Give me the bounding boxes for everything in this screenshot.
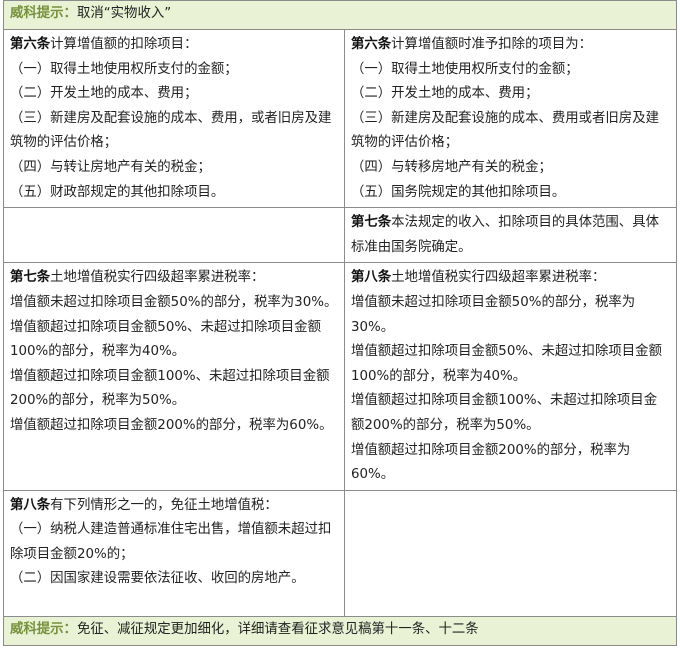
cell-right-empty (343, 489, 678, 617)
list-item: （三）新建房及配套设施的成本、费用或者旧房及建筑物的评估价格； (351, 110, 659, 151)
tip-row-bottom: 威科提示：免征、减征规定更加细化，详细请查看征求意见稿第十一条、十二条 (2, 615, 678, 646)
article-number: 第六条 (351, 37, 392, 52)
cell-left-article-7: 第七条土地增值税实行四级超率累进税率： 增值额未超过扣除项目金额50%的部分，税… (3, 262, 345, 491)
document-page: 威科提示：取消“实物收入” 第六条计算增值额的扣除项目： （一）取得土地使用权所… (0, 0, 680, 646)
list-item: （四）与转让房地产有关的税金； (10, 159, 211, 175)
article-number: 第八条 (351, 270, 392, 286)
list-item: 增值额超过扣除项目金额100%、未超过扣除项目金额200%的部分，税率为50%。 (351, 393, 658, 433)
list-item: （一）取得土地使用权所支付的金额； (351, 61, 579, 77)
cell-left-article-8: 第八条有下列情形之一的，免征土地增值税： （一）纳税人建造普通标准住宅出售，增值… (3, 489, 345, 617)
article-heading: 计算增值额时准予扣除的项目为： (391, 37, 593, 52)
list-item: （五）财政部规定的其他扣除项目。 (10, 184, 225, 200)
article-number: 第八条 (10, 497, 51, 513)
tip-label: 威科提示： (10, 6, 77, 21)
list-item: （一）取得土地使用权所支付的金额； (10, 61, 238, 77)
article-heading: 有下列情形之一的，免征土地增值税： (50, 497, 278, 513)
row-article-7-new: 第七条本法规定的收入、扣除项目的具体范围、具体标准由国务院确定。 (3, 207, 678, 264)
cell-right-article-8: 第八条土地增值税实行四级超率累进税率： 增值额未超过扣除项目金额50%的部分，税… (343, 262, 678, 491)
tip-text: 免征、减征规定更加细化，详细请查看征求意见稿第十一条、十二条 (76, 621, 479, 637)
list-item: 增值额超过扣除项目金额200%的部分，税率为60%。 (351, 442, 631, 483)
cell-right-article-6: 第六条计算增值额时准予扣除的项目为： （一）取得土地使用权所支付的金额； （二）… (343, 28, 678, 209)
article-heading: 计算增值额的扣除项目： (50, 37, 198, 52)
article-heading: 土地增值税实行四级超率累进税率： (50, 270, 265, 286)
article-heading: 本法规定的收入、扣除项目的具体范围、具体标准由国务院确定。 (351, 215, 659, 255)
tip-label: 威科提示： (10, 621, 77, 637)
list-item: （五）国务院规定的其他扣除项目。 (351, 184, 566, 200)
list-item: （一）纳税人建造普通标准住宅出售，增值额未超过扣除项目金额20%的； (10, 522, 332, 562)
list-item: 增值额超过扣除项目金额50%、未超过扣除项目金额100%的部分，税率为40%。 (10, 319, 321, 360)
list-item: （二）因国家建设需要依法征收、收回的房地产。 (10, 571, 305, 587)
row-tax-rates: 第七条土地增值税实行四级超率累进税率： 增值额未超过扣除项目金额50%的部分，税… (3, 262, 678, 491)
list-item: 增值额超过扣除项目金额50%、未超过扣除项目金额100%的部分，税率为40%。 (351, 344, 662, 384)
cell-right-article-7: 第七条本法规定的收入、扣除项目的具体范围、具体标准由国务院确定。 (343, 207, 678, 264)
list-item: 增值额未超过扣除项目金额50%的部分，税率为30%。 (351, 294, 636, 335)
list-item: 增值额超过扣除项目金额100%、未超过扣除项目金额200%的部分，税率为50%。 (10, 368, 330, 409)
tip-cell-top: 威科提示：取消“实物收入” (2, 0, 678, 30)
row-exemptions: 第八条有下列情形之一的，免征土地增值税： （一）纳税人建造普通标准住宅出售，增值… (3, 489, 678, 617)
tip-row-top: 威科提示：取消“实物收入” (2, 0, 678, 30)
list-item: 增值额超过扣除项目金额200%的部分，税率为60%。 (10, 417, 333, 433)
tip-cell-bottom: 威科提示：免征、减征规定更加细化，详细请查看征求意见稿第十一条、十二条 (2, 615, 678, 646)
row-article-6: 第六条计算增值额的扣除项目： （一）取得土地使用权所支付的金额； （二）开发土地… (3, 28, 678, 209)
cell-left-article-6: 第六条计算增值额的扣除项目： （一）取得土地使用权所支付的金额； （二）开发土地… (3, 28, 345, 209)
list-item: （二）开发土地的成本、费用； (351, 86, 539, 102)
tip-text: 取消“实物收入” (76, 6, 172, 21)
article-number: 第六条 (10, 37, 51, 52)
article-number: 第七条 (10, 270, 51, 286)
article-heading: 土地增值税实行四级超率累进税率： (391, 270, 606, 286)
list-item: （三）新建房及配套设施的成本、费用，或者旧房及建筑物的评估价格； (10, 110, 332, 151)
list-item: 增值额未超过扣除项目金额50%的部分，税率为30%。 (10, 294, 338, 310)
list-item: （二）开发土地的成本、费用； (10, 86, 198, 102)
article-number: 第七条 (351, 215, 392, 231)
list-item: （四）与转移房地产有关的税金； (351, 159, 552, 175)
cell-left-empty (3, 207, 345, 264)
comparison-table: 威科提示：取消“实物收入” 第六条计算增值额的扣除项目： （一）取得土地使用权所… (2, 0, 678, 646)
